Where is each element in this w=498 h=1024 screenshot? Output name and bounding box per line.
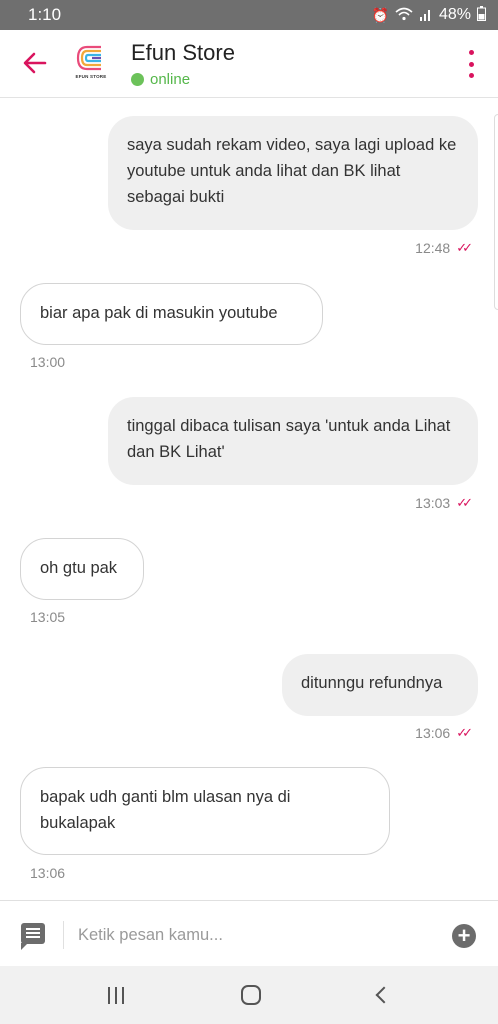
message-text: tinggal dibaca tulisan saya 'untuk anda …: [127, 417, 451, 461]
scroll-indicator: [494, 114, 498, 310]
status-bar: 1:10 ⏰ 48%: [0, 0, 498, 30]
more-options-icon[interactable]: [466, 50, 476, 78]
message-timestamp: 13:03 ✓✓: [415, 495, 473, 511]
message-text: biar apa pak di masukin youtube: [40, 304, 278, 322]
message-time: 13:05: [30, 609, 66, 625]
message-time: 13:00: [30, 354, 66, 370]
message-timestamp: 12:48 ✓✓: [415, 240, 473, 256]
message-time: 13:03: [415, 495, 451, 511]
message-time: 13:06: [30, 865, 66, 881]
nav-back-icon[interactable]: [375, 986, 393, 1004]
signal-icon: [419, 7, 433, 24]
battery-icon: [477, 6, 486, 24]
home-icon[interactable]: [240, 985, 261, 1005]
message-time: 12:48: [415, 240, 451, 256]
back-arrow-icon[interactable]: [18, 46, 52, 80]
store-logo: EFUN STORE: [74, 42, 108, 86]
message-text: ditunngu refundnya: [301, 674, 443, 692]
message-bubble-outgoing[interactable]: ditunngu refundnya: [282, 654, 478, 716]
alarm-icon: ⏰: [371, 6, 389, 23]
message-bubble-outgoing[interactable]: tinggal dibaca tulisan saya 'untuk anda …: [108, 397, 478, 485]
message-bubble-incoming[interactable]: bapak udh ganti blm ulasan nya di bukala…: [20, 767, 390, 855]
add-attachment-icon[interactable]: +: [452, 924, 476, 948]
recent-apps-icon[interactable]: [108, 986, 125, 1004]
message-time: 13:06: [415, 725, 451, 741]
message-input[interactable]: [78, 919, 418, 951]
message-text: bapak udh ganti blm ulasan nya di bukala…: [40, 788, 291, 832]
online-status-label: online: [150, 71, 191, 88]
read-check-icon: ✓✓: [456, 240, 473, 255]
message-bubble-outgoing[interactable]: saya sudah rekam video, saya lagi upload…: [108, 116, 478, 230]
read-check-icon: ✓✓: [456, 725, 473, 740]
wifi-icon: [395, 7, 413, 24]
message-composer: +: [0, 900, 498, 966]
online-status: online: [131, 71, 190, 88]
chat-title[interactable]: Efun Store: [131, 40, 235, 66]
message-text: saya sudah rekam video, saya lagi upload…: [127, 136, 457, 206]
read-check-icon: ✓✓: [456, 495, 473, 510]
status-icons: ⏰ 48%: [372, 6, 486, 24]
message-timestamp: 13:06 ✓✓: [415, 725, 473, 741]
message-text: oh gtu pak: [40, 559, 118, 577]
status-time: 1:10: [28, 5, 62, 24]
chat-thread[interactable]: saya sudah rekam video, saya lagi upload…: [0, 98, 498, 900]
message-bubble-incoming[interactable]: biar apa pak di masukin youtube: [20, 283, 323, 345]
system-nav-bar: [0, 966, 498, 1024]
battery-level: 48%: [438, 6, 471, 23]
chat-header: EFUN STORE Efun Store online: [0, 30, 498, 98]
message-bubble-incoming[interactable]: oh gtu pak: [20, 538, 144, 600]
template-message-icon[interactable]: [21, 923, 45, 950]
online-dot-icon: [131, 73, 144, 86]
logo-caption: EFUN STORE: [75, 74, 107, 79]
composer-divider: [63, 921, 64, 949]
